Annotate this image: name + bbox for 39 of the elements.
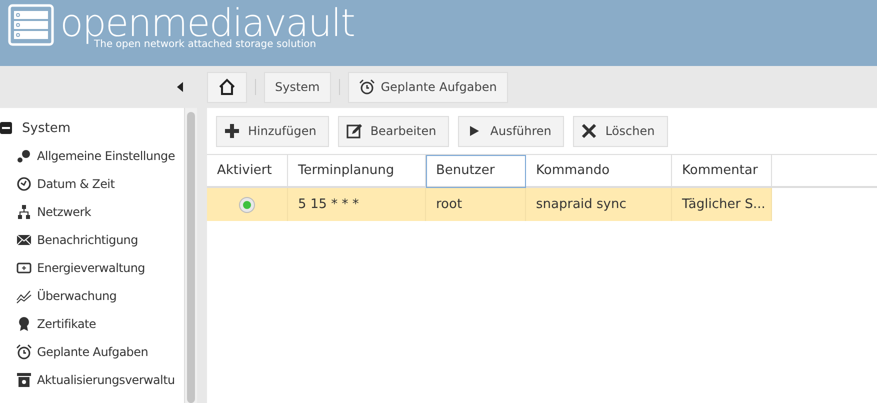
table-cell[interactable]: 5 15 * * * bbox=[288, 188, 426, 221]
breadcrumb-button[interactable]: System bbox=[264, 72, 331, 102]
sidebar-item[interactable]: Benachrichtigung bbox=[0, 226, 184, 254]
edit-icon bbox=[346, 123, 362, 139]
alarm-clock-icon bbox=[16, 344, 32, 360]
collapse-arrow-icon[interactable] bbox=[177, 82, 183, 92]
envelope-icon bbox=[16, 232, 32, 248]
alarm-clock-icon bbox=[358, 79, 375, 95]
sidebar-item[interactable]: Datum & Zeit bbox=[0, 170, 184, 198]
scrollbar[interactable] bbox=[184, 108, 197, 403]
table-cell[interactable]: Täglicher S... bbox=[672, 188, 772, 221]
sidebar-item[interactable]: Aktualisierungsverwaltu bbox=[0, 366, 184, 394]
sidebar-item[interactable]: Netzwerk bbox=[0, 198, 184, 226]
table-cell[interactable] bbox=[207, 188, 288, 221]
sidebar-group[interactable]: System bbox=[0, 114, 184, 142]
clock-icon bbox=[16, 176, 32, 192]
sidebar-item[interactable]: Energieverwaltung bbox=[0, 254, 184, 282]
sidebar-item[interactable]: Geplante Aufgaben bbox=[0, 338, 184, 366]
home-icon bbox=[218, 78, 236, 96]
table-cell[interactable]: root bbox=[426, 188, 526, 221]
server-logo-icon bbox=[8, 4, 54, 46]
toolbar-button[interactable]: Löschen bbox=[573, 116, 668, 146]
battery-icon bbox=[16, 260, 32, 276]
plus-icon bbox=[224, 123, 240, 139]
network-icon bbox=[16, 204, 32, 220]
toolbar-button[interactable]: Ausführen bbox=[458, 116, 564, 146]
home-button[interactable] bbox=[207, 72, 247, 102]
sidebar-item[interactable]: Überwachung bbox=[0, 282, 184, 310]
table-cell[interactable]: snapraid sync bbox=[526, 188, 672, 221]
minus-icon[interactable] bbox=[0, 122, 12, 134]
sidebar-item[interactable]: Allgemeine Einstellunge bbox=[0, 142, 184, 170]
box-icon bbox=[16, 372, 32, 388]
ribbon-icon bbox=[16, 316, 32, 332]
close-icon bbox=[581, 123, 598, 139]
sidebar-item[interactable]: Zertifikate bbox=[0, 310, 184, 338]
breadcrumb-button[interactable]: Geplante Aufgaben bbox=[348, 72, 508, 102]
line-chart-icon bbox=[16, 288, 32, 304]
toolbar-button[interactable]: Hinzufügen bbox=[216, 116, 330, 146]
toolbar-button[interactable]: Bearbeiten bbox=[338, 116, 450, 146]
